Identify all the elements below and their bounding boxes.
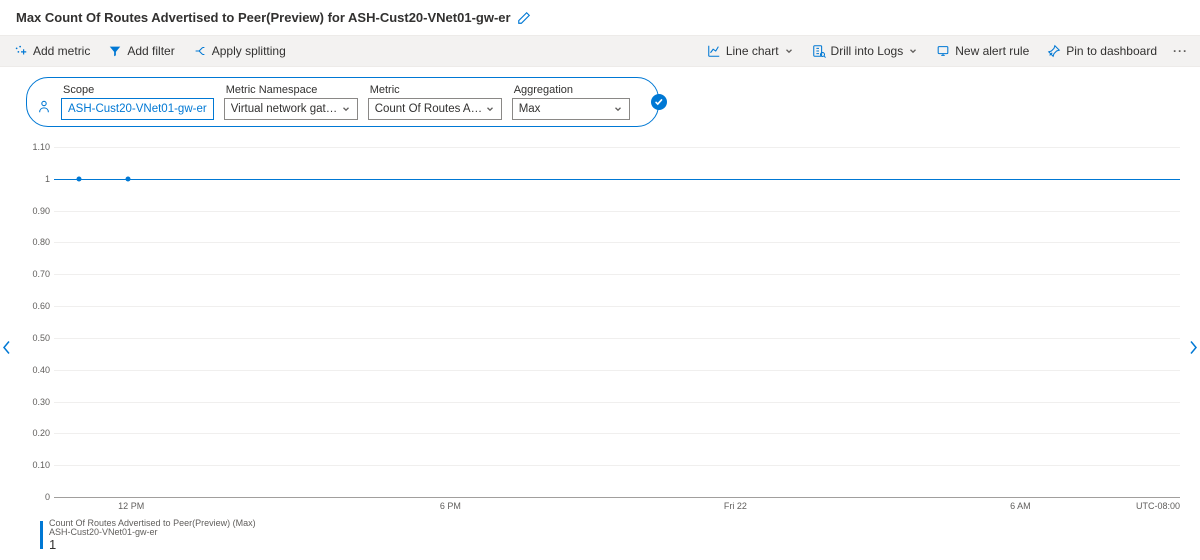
- drill-into-logs-dropdown[interactable]: Drill into Logs: [804, 40, 927, 62]
- chart-next-button[interactable]: [1186, 334, 1200, 365]
- gridline: [54, 306, 1180, 307]
- gridline: [54, 338, 1180, 339]
- x-axis-tick: Fri 22: [724, 501, 747, 511]
- alert-icon: [936, 44, 950, 58]
- namespace-value: Virtual network gatewa...: [231, 103, 341, 115]
- pin-to-dashboard-label: Pin to dashboard: [1066, 44, 1157, 58]
- metric-pill: Scope ASH-Cust20-VNet01-gw-er Metric Nam…: [26, 77, 659, 127]
- aggregation-selector[interactable]: Max: [512, 98, 630, 120]
- chart-area[interactable]: 1.1010.900.800.700.600.500.400.300.200.1…: [40, 147, 1180, 497]
- x-axis-tick: 12 PM: [118, 501, 144, 511]
- resource-icon: [37, 100, 51, 120]
- gridline: [54, 433, 1180, 434]
- metric-label: Metric: [368, 84, 502, 96]
- chevron-down-icon: [784, 46, 794, 56]
- y-axis-tick: 0.30: [16, 397, 50, 407]
- scope-label: Scope: [61, 84, 214, 96]
- y-axis-tick: 0.10: [16, 460, 50, 470]
- more-actions-button[interactable]: ···: [1167, 40, 1194, 62]
- y-axis-tick: 0.80: [16, 237, 50, 247]
- chevron-down-icon: [341, 104, 351, 114]
- y-axis-tick: 0.90: [16, 206, 50, 216]
- legend-resource: ASH-Cust20-VNet01-gw-er: [49, 528, 256, 537]
- line-chart-label: Line chart: [726, 44, 779, 58]
- legend-color-swatch: [40, 521, 43, 549]
- gridline: [54, 211, 1180, 212]
- edit-icon[interactable]: [517, 11, 531, 25]
- page-title: Max Count Of Routes Advertised to Peer(P…: [16, 10, 511, 25]
- gridline: [54, 370, 1180, 371]
- new-alert-rule-button[interactable]: New alert rule: [928, 40, 1037, 62]
- gridline: [54, 274, 1180, 275]
- confirm-check-icon[interactable]: [651, 94, 667, 110]
- logs-icon: [812, 44, 826, 58]
- namespace-label: Metric Namespace: [224, 84, 358, 96]
- pin-to-dashboard-button[interactable]: Pin to dashboard: [1039, 40, 1165, 62]
- timezone-label: UTC-08:00: [1136, 501, 1180, 511]
- legend-value: 1: [49, 538, 256, 552]
- data-point: [126, 176, 131, 181]
- new-alert-rule-label: New alert rule: [955, 44, 1029, 58]
- metric-value: Count Of Routes Advert...: [375, 103, 485, 115]
- chart-legend[interactable]: Count Of Routes Advertised to Peer(Previ…: [40, 519, 1184, 552]
- chart-prev-button[interactable]: [0, 334, 14, 365]
- data-series-line: [54, 179, 1180, 180]
- y-axis-tick: 1: [16, 174, 50, 184]
- gridline: [54, 242, 1180, 243]
- split-icon: [193, 44, 207, 58]
- drill-into-logs-label: Drill into Logs: [831, 44, 904, 58]
- add-metric-label: Add metric: [33, 44, 90, 58]
- sparkle-plus-icon: [14, 44, 28, 58]
- y-axis-tick: 0.20: [16, 428, 50, 438]
- chevron-down-icon: [485, 104, 495, 114]
- metric-selector[interactable]: Count Of Routes Advert...: [368, 98, 502, 120]
- pin-icon: [1047, 44, 1061, 58]
- line-chart-dropdown[interactable]: Line chart: [699, 40, 802, 62]
- gridline: [54, 147, 1180, 148]
- namespace-selector[interactable]: Virtual network gatewa...: [224, 98, 358, 120]
- scope-value: ASH-Cust20-VNet01-gw-er: [68, 103, 207, 115]
- y-axis-tick: 0: [16, 492, 50, 502]
- apply-splitting-button[interactable]: Apply splitting: [185, 40, 294, 62]
- x-axis-tick: 6 AM: [1010, 501, 1031, 511]
- apply-splitting-label: Apply splitting: [212, 44, 286, 58]
- toolbar: Add metric Add filter Apply splitting: [0, 35, 1200, 67]
- x-axis-tick: 6 PM: [440, 501, 461, 511]
- data-point: [77, 176, 82, 181]
- line-chart-icon: [707, 44, 721, 58]
- y-axis-tick: 1.10: [16, 142, 50, 152]
- y-axis-tick: 0.40: [16, 365, 50, 375]
- chevron-down-icon: [908, 46, 918, 56]
- gridline: [54, 465, 1180, 466]
- add-filter-label: Add filter: [127, 44, 174, 58]
- y-axis-tick: 0.60: [16, 301, 50, 311]
- aggregation-label: Aggregation: [512, 84, 630, 96]
- gridline: [54, 402, 1180, 403]
- filter-icon: [108, 44, 122, 58]
- add-metric-button[interactable]: Add metric: [6, 40, 98, 62]
- add-filter-button[interactable]: Add filter: [100, 40, 182, 62]
- aggregation-value: Max: [519, 103, 541, 115]
- gridline: [54, 497, 1180, 498]
- y-axis-tick: 0.70: [16, 269, 50, 279]
- y-axis-tick: 0.50: [16, 333, 50, 343]
- scope-selector[interactable]: ASH-Cust20-VNet01-gw-er: [61, 98, 214, 120]
- chevron-down-icon: [613, 104, 623, 114]
